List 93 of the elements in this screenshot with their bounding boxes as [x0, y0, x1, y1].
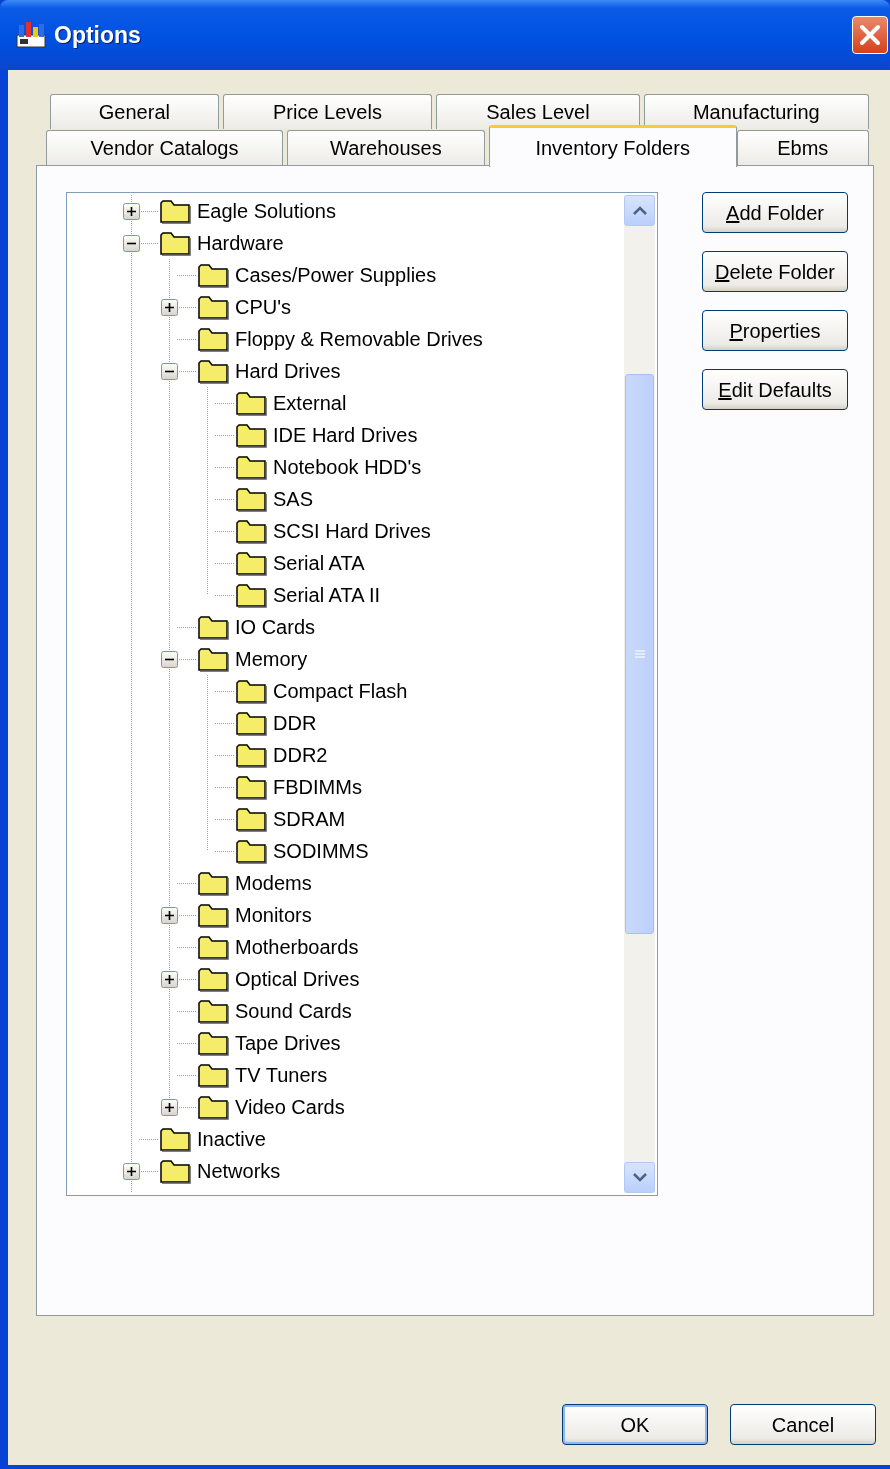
tab[interactable]: Inventory Folders: [488, 125, 737, 167]
tree-item[interactable]: IO Cards: [234, 612, 317, 642]
folder-icon: [235, 710, 267, 736]
expand-icon[interactable]: [161, 906, 178, 924]
collapse-icon[interactable]: [161, 650, 178, 668]
folder-icon: [235, 486, 267, 512]
close-icon: [858, 23, 882, 47]
folder-icon: [159, 230, 191, 256]
tree-item[interactable]: TV Tuners: [234, 1060, 329, 1090]
tree-item[interactable]: SAS: [272, 484, 315, 514]
tree-item[interactable]: CPU's: [234, 292, 293, 322]
folder-icon: [197, 646, 229, 672]
collapse-icon[interactable]: [161, 362, 178, 380]
folder-icon: [197, 1030, 229, 1056]
tab[interactable]: Sales Level: [436, 94, 640, 129]
scroll-down-button[interactable]: [624, 1162, 655, 1193]
folder-icon: [159, 1158, 191, 1184]
folder-icon: [235, 582, 267, 608]
tree-item[interactable]: Hardware: [196, 228, 285, 258]
tree-item[interactable]: Hard Drives: [234, 356, 342, 386]
grip-icon: [634, 649, 645, 659]
folder-icon: [197, 614, 229, 640]
folder-icon: [197, 966, 229, 992]
folder-icon: [235, 518, 267, 544]
tab[interactable]: Manufacturing: [643, 94, 869, 129]
tab[interactable]: Ebms: [736, 130, 869, 165]
folder-icon: [197, 1094, 229, 1120]
scrollbar-thumb[interactable]: [625, 374, 654, 934]
expand-icon[interactable]: [161, 298, 178, 316]
app-icon: [16, 21, 46, 49]
tree-item[interactable]: Serial ATA: [272, 548, 366, 578]
tree-item[interactable]: Optical Drives: [234, 964, 361, 994]
folder-icon: [197, 902, 229, 928]
folder-icon: [159, 198, 191, 224]
folder-icon: [235, 806, 267, 832]
expand-icon[interactable]: [123, 202, 140, 220]
tree-item[interactable]: FBDIMMs: [272, 772, 363, 802]
tree-item[interactable]: Monitors: [234, 900, 313, 930]
folder-icon: [197, 1062, 229, 1088]
folder-icon: [235, 390, 267, 416]
tree-item[interactable]: Cases/Power Supplies: [234, 260, 438, 290]
tree-item[interactable]: Sound Cards: [234, 996, 353, 1026]
tree-item[interactable]: Serial ATA II: [272, 580, 382, 610]
dialog-button[interactable]: OK: [562, 1404, 708, 1445]
folder-button[interactable]: Delete Folder: [702, 251, 848, 292]
folder-icon: [197, 262, 229, 288]
tree-item[interactable]: External: [272, 388, 348, 418]
folder-icon: [235, 838, 267, 864]
folder-icon: [235, 422, 267, 448]
folder-icon: [197, 998, 229, 1024]
tree-item[interactable]: SDRAM: [272, 804, 347, 834]
tree-item[interactable]: Inactive: [196, 1124, 267, 1154]
tree-item[interactable]: DDR2: [272, 740, 329, 770]
tree-item[interactable]: SODIMMS: [272, 836, 370, 866]
expand-icon[interactable]: [161, 970, 178, 988]
folder-icon: [235, 742, 267, 768]
folder-button[interactable]: Properties: [702, 310, 848, 351]
folder-icon: [197, 870, 229, 896]
tree-item[interactable]: Modems: [234, 868, 313, 898]
window-title: Options: [54, 20, 141, 50]
tab[interactable]: Warehouses: [287, 130, 485, 165]
folder-icon: [197, 358, 229, 384]
folder-icon: [159, 1126, 191, 1152]
tree-item[interactable]: Floppy & Removable Drives: [234, 324, 484, 354]
folder-icon: [235, 454, 267, 480]
collapse-icon[interactable]: [123, 234, 140, 252]
folder-icon: [235, 678, 267, 704]
folder-icon: [197, 934, 229, 960]
dialog-button[interactable]: Cancel: [730, 1404, 876, 1445]
folder-icon: [197, 326, 229, 352]
tree-item[interactable]: DDR: [272, 708, 318, 738]
folder-icon: [197, 294, 229, 320]
tree-item[interactable]: IDE Hard Drives: [272, 420, 419, 450]
tree-item[interactable]: Networks: [196, 1156, 282, 1186]
tree-item[interactable]: Memory: [234, 644, 309, 674]
tab[interactable]: Vendor Catalogs: [46, 130, 284, 165]
tree-item[interactable]: SCSI Hard Drives: [272, 516, 432, 546]
tree-item[interactable]: Motherboards: [234, 932, 360, 962]
expand-icon[interactable]: [161, 1098, 178, 1116]
tree-item[interactable]: Notebook HDD's: [272, 452, 423, 482]
tab[interactable]: General: [50, 94, 219, 129]
folder-icon: [235, 550, 267, 576]
scroll-up-button[interactable]: [624, 195, 655, 226]
close-button[interactable]: [852, 16, 888, 54]
tree-item[interactable]: Tape Drives: [234, 1028, 342, 1058]
tab[interactable]: Price Levels: [222, 94, 433, 129]
folder-button[interactable]: Add Folder: [702, 192, 848, 233]
folder-button[interactable]: Edit Defaults: [702, 369, 848, 410]
expand-icon[interactable]: [123, 1162, 140, 1180]
tree-item[interactable]: Eagle Solutions: [196, 196, 337, 226]
tree-item[interactable]: Video Cards: [234, 1092, 346, 1122]
tree-item[interactable]: Compact Flash: [272, 676, 409, 706]
folder-icon: [235, 774, 267, 800]
